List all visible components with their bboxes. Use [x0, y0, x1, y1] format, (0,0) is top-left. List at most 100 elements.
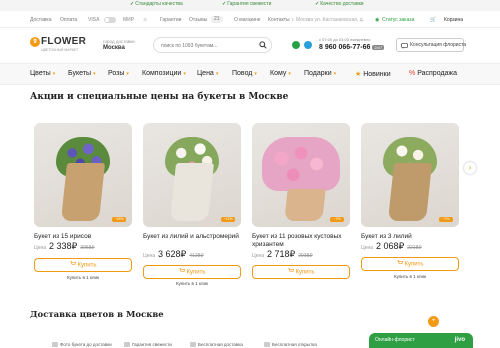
nav-item-sale[interactable]: % Распродажа: [409, 70, 457, 77]
chevron-down-icon: ▾: [126, 71, 129, 77]
product-photo[interactable]: −18%: [34, 123, 132, 227]
chevron-down-icon: ▾: [288, 71, 291, 77]
city-selector[interactable]: Москва: [103, 45, 125, 51]
cart-icon[interactable]: 🛒: [430, 17, 436, 23]
nav-item-bouquets[interactable]: Букеты ▾: [68, 70, 96, 77]
shield-icon: [124, 342, 130, 348]
logo-tagline: ЦВЕТОЧНЫЙ МАРКЕТ: [41, 48, 79, 52]
buy-button[interactable]: Купить: [143, 265, 241, 279]
whatsapp-icon[interactable]: [292, 41, 300, 49]
advantage-item: Бесплатная открытка: [264, 342, 317, 348]
delivery-link[interactable]: Доставка: [30, 17, 51, 23]
carousel-next-icon[interactable]: ›: [464, 162, 476, 174]
phone-number[interactable]: 8 960 066-77-66 24/7: [319, 44, 385, 51]
promo-section-title: Акции и специальные цены на букеты в Мос…: [30, 92, 289, 102]
order-status-link[interactable]: Статус заказа: [382, 17, 414, 23]
product-photo[interactable]: −7%: [361, 123, 459, 227]
search-box[interactable]: [153, 37, 272, 53]
product-title[interactable]: Букет из 11 розовых кустовых хризантем: [252, 233, 350, 248]
buy-button[interactable]: Купить: [34, 258, 132, 272]
nav-item-gifts[interactable]: Подарки ▾: [304, 70, 336, 77]
nav-label: Кому: [270, 70, 287, 77]
working-hours: с 07:00 до 03:00 ежедневно: [319, 37, 371, 42]
promo-quality: ✓Стандарты качества: [130, 1, 183, 7]
jivo-logo: jivo: [454, 337, 465, 343]
old-price: 3058₽: [80, 245, 95, 251]
nav-label: Композиции: [142, 70, 182, 77]
nav-label: Цветы: [30, 70, 51, 77]
logo[interactable]: FLOWER: [41, 36, 86, 47]
chevron-down-icon: ▾: [183, 71, 186, 77]
promo-text: Качество доставки: [320, 1, 364, 7]
reviews-count-badge: 21: [211, 16, 223, 23]
chevron-down-icon: ▾: [52, 71, 56, 77]
promo-freshness: ✓Гарантия свежести: [222, 1, 271, 7]
guarantees-link[interactable]: Гарантии: [160, 17, 181, 23]
logo-icon[interactable]: 9: [30, 37, 40, 47]
buy-one-click-link[interactable]: Купить в 1 клик: [361, 274, 459, 279]
buy-label: Купить: [186, 269, 206, 276]
chat-label: Онлайн-флорист: [375, 337, 415, 343]
bouquet-wrap-image: [284, 189, 326, 221]
product-title[interactable]: Букет из 15 ирисов: [34, 233, 132, 241]
nav-item-price[interactable]: Цена ▾: [197, 70, 218, 77]
check-icon: ✓: [222, 1, 227, 7]
nav-item-roses[interactable]: Розы ▾: [108, 70, 129, 77]
main-nav: Цветы ▾ Букеты ▾ Розы ▾ Композиции ▾ Цена ▾ П…: [0, 63, 500, 85]
price-row: Цена 3 628₽ 4128₽: [143, 249, 204, 260]
bouquet-image: [262, 137, 340, 191]
advantages-strip: Фото букета до доставки Гарантия свежест…: [0, 340, 368, 348]
price-label: Цена: [361, 245, 374, 251]
search-icon[interactable]: [259, 41, 267, 51]
nav-item-flowers[interactable]: Цветы ▾: [30, 70, 55, 77]
phone-badge: 24/7: [372, 44, 385, 50]
buy-label: Купить: [404, 261, 424, 268]
product-title[interactable]: Букет из 3 лилий: [361, 233, 459, 241]
buy-one-click-link[interactable]: Купить в 1 клик: [143, 281, 241, 286]
contacts-link[interactable]: Контакты: [268, 17, 290, 23]
about-link[interactable]: О магазине: [234, 17, 261, 23]
advantage-label: Гарантия свежести: [132, 342, 172, 347]
reviews-link[interactable]: Отзывы: [189, 17, 207, 23]
old-price: 2218₽: [407, 245, 422, 251]
price-row: Цена 2 068₽ 2218₽: [361, 241, 422, 252]
chevron-down-icon: ▾: [92, 71, 96, 77]
buy-one-click-link[interactable]: Купить в 1 клик: [34, 275, 132, 280]
store-address[interactable]: г. Москва ул. Кастанаевская, д.: [292, 17, 364, 23]
promo-bar: ✓Стандарты качества ✓Гарантия свежести ✓…: [0, 0, 500, 11]
nav-label: Букеты: [68, 70, 91, 77]
discount-badge: −7%: [439, 217, 453, 222]
bouquet-wrap-image: [169, 163, 215, 221]
product-photo[interactable]: −7%: [252, 123, 350, 227]
search-input[interactable]: [161, 41, 256, 50]
cart-link[interactable]: Корзина: [444, 17, 463, 23]
product-title[interactable]: Букет из лилий и альстромерий: [143, 233, 241, 241]
consult-label: Консультация флориста: [410, 42, 467, 48]
online-chat-widget[interactable]: Онлайн-флорист jivo: [369, 333, 473, 348]
product-photo[interactable]: −12%: [143, 123, 241, 227]
payment-link[interactable]: Оплата: [60, 17, 77, 23]
utility-bar: Доставка Оплата VISA МИР ≋ Гарантии Отзы…: [0, 12, 500, 28]
city-label: город доставки: [103, 39, 135, 44]
discount-badge: −12%: [221, 217, 235, 222]
nav-item-news[interactable]: ★ Новинки: [355, 70, 391, 78]
price: 2 718₽: [267, 249, 296, 259]
site-header: 9 FLOWER ЦВЕТОЧНЫЙ МАРКЕТ город доставки…: [0, 29, 500, 63]
camera-icon: [52, 342, 58, 348]
nav-label: Повод: [232, 70, 253, 77]
nav-item-recipient[interactable]: Кому ▾: [270, 70, 291, 77]
buy-label: Купить: [77, 262, 97, 269]
telegram-icon[interactable]: [304, 41, 312, 49]
payment-toggle[interactable]: [104, 17, 116, 23]
advantage-label: Фото букета до доставки: [60, 342, 112, 347]
advantage-item: Бесплатная доставка: [190, 342, 243, 348]
nav-item-compositions[interactable]: Композиции ▾: [142, 70, 186, 77]
phone-text[interactable]: 8 960 066-77-66: [319, 44, 370, 51]
price: 2 338₽: [49, 241, 78, 251]
delivery-section-title: Доставка цветов в Москве: [30, 310, 164, 320]
scroll-up-icon[interactable]: +: [428, 316, 439, 327]
buy-button[interactable]: Купить: [361, 257, 459, 271]
consult-button[interactable]: Консультация флориста: [396, 38, 467, 52]
buy-button[interactable]: Купить: [252, 265, 350, 279]
nav-item-occasion[interactable]: Повод ▾: [232, 70, 257, 77]
